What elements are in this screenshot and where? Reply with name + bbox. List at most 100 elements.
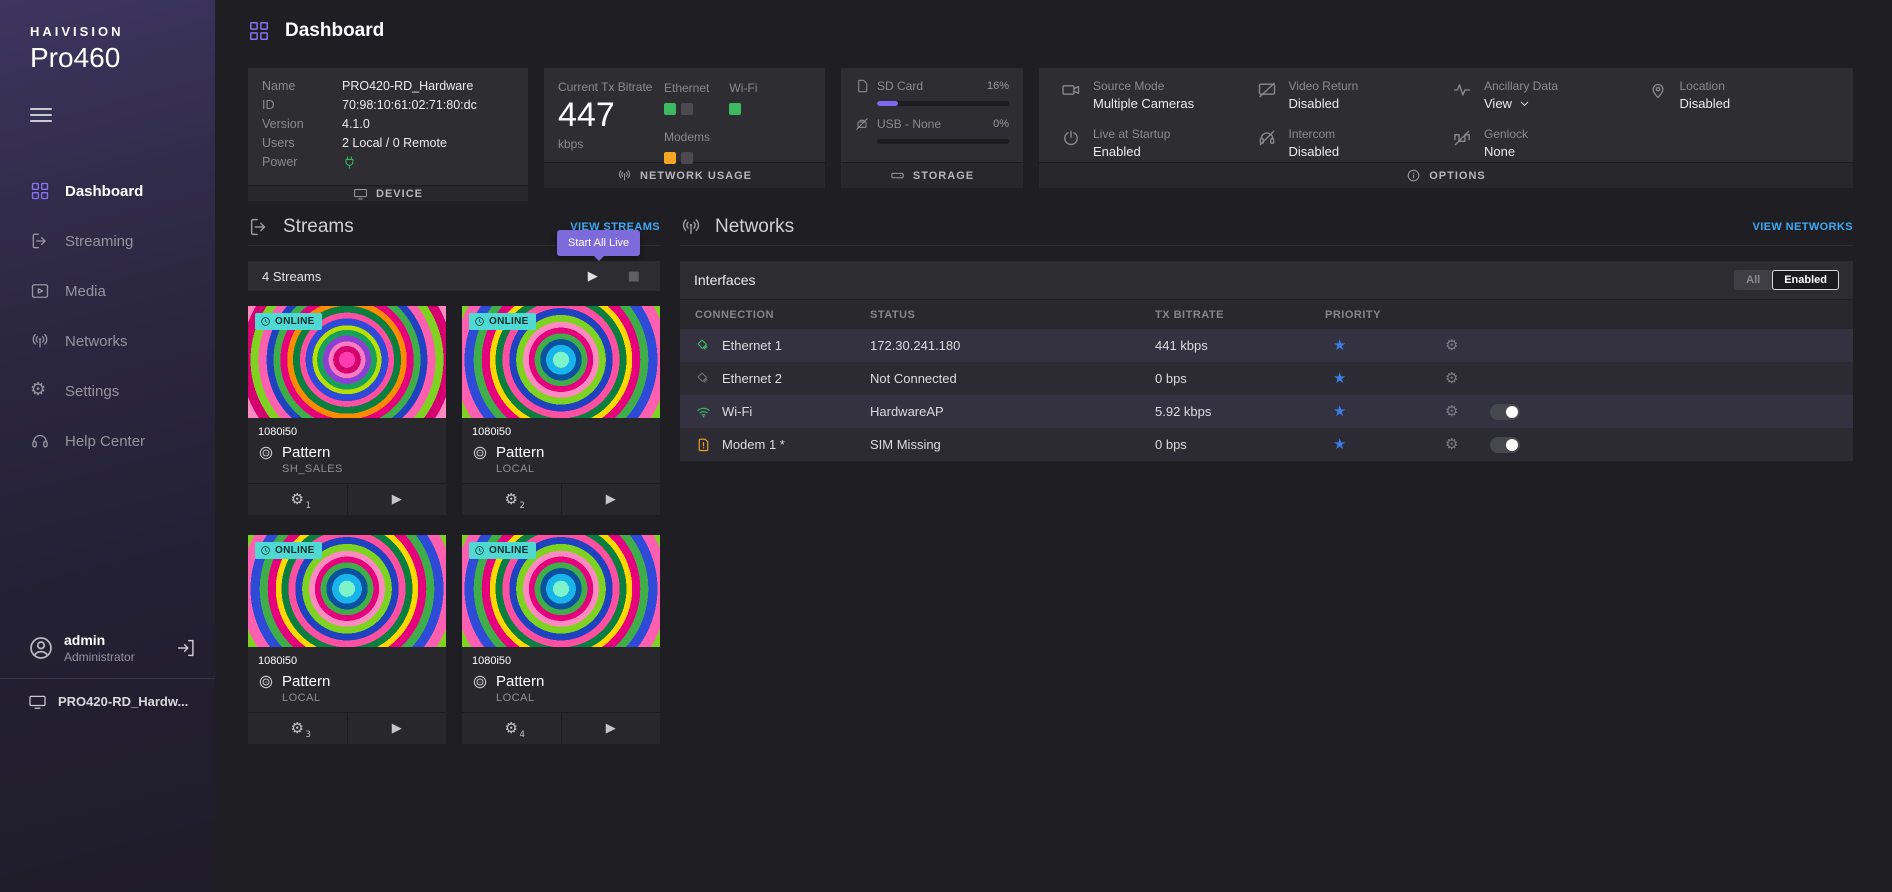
bitrate-unit: kbps	[558, 137, 652, 151]
view-networks-link[interactable]: VIEW NETWORKS	[1752, 221, 1853, 233]
brand-model: Pro460	[30, 42, 215, 74]
stream-play-button[interactable]: ▶	[561, 713, 661, 744]
field-label: Version	[262, 117, 342, 132]
filter-enabled-button[interactable]: Enabled	[1772, 270, 1839, 290]
interface-row-wifi[interactable]: Wi-Fi HardwareAP 5.92 kbps ★ ⚙	[680, 395, 1853, 428]
avatar-icon	[28, 635, 54, 661]
stream-thumbnail[interactable]: ONLINE	[248, 535, 446, 647]
ancillary-data-dropdown[interactable]: View	[1484, 96, 1558, 111]
stream-thumbnail[interactable]: ONLINE	[248, 306, 446, 418]
interface-name: Wi-Fi	[722, 404, 752, 419]
user-menu[interactable]: admin Administrator	[0, 632, 215, 678]
usb-disabled-icon	[854, 116, 870, 132]
network-usage-card: Current Tx Bitrate 447 kbps Ethernet Wi-…	[544, 68, 825, 188]
streams-icon	[248, 216, 270, 238]
sidebar-item-label: Help Center	[65, 433, 145, 450]
stream-card: ONLINE 1080i50 Pattern LOCAL ⚙3	[248, 535, 446, 744]
option-value: Enabled	[1093, 144, 1170, 159]
interface-settings-icon[interactable]: ⚙	[1445, 404, 1490, 419]
stream-play-button[interactable]: ▶	[561, 484, 661, 515]
location-pin-icon	[1648, 80, 1668, 100]
brand-logo: HAIVISION Pro460	[0, 0, 215, 74]
sidebar-item-help-center[interactable]: Help Center	[0, 416, 215, 466]
storage-footer-link[interactable]: STORAGE	[841, 162, 1023, 188]
sim-warning-icon	[695, 436, 712, 453]
gear-icon: ⚙3	[291, 721, 304, 736]
sidebar-nav: Dashboard Streaming Media Networks ⚙ Set…	[0, 166, 215, 466]
interface-bitrate: 0 bps	[1155, 371, 1325, 386]
status-badge: ONLINE	[469, 542, 536, 559]
priority-star-icon[interactable]: ★	[1325, 338, 1445, 353]
networks-title: Networks	[715, 216, 794, 238]
user-name: admin	[64, 632, 135, 648]
interface-row-modem1[interactable]: Modem 1 * SIM Missing 0 bps ★ ⚙	[680, 428, 1853, 461]
priority-star-icon[interactable]: ★	[1325, 437, 1445, 452]
stream-settings-button[interactable]: ⚙4	[462, 713, 561, 744]
usb-progressbar	[877, 139, 1009, 144]
modem-enable-toggle[interactable]	[1490, 437, 1520, 453]
field-label: Users	[262, 136, 342, 151]
clock-icon	[260, 545, 271, 556]
interface-settings-icon[interactable]: ⚙	[1445, 437, 1490, 452]
brand-name: HAIVISION	[30, 24, 215, 39]
field-value: 70:98:10:61:02:71:80:dc	[342, 98, 477, 113]
sidebar-item-settings[interactable]: ⚙ Settings	[0, 366, 215, 416]
option-value: Disabled	[1680, 96, 1731, 111]
antenna-icon	[30, 331, 50, 351]
stream-play-button[interactable]: ▶	[347, 713, 447, 744]
option-value: View	[1484, 96, 1512, 111]
options-footer-label: OPTIONS	[1429, 170, 1486, 182]
dashboard-grid-icon	[30, 181, 50, 201]
ethernet-connector-icon	[695, 337, 712, 354]
stream-resolution: 1080i50	[472, 426, 650, 438]
device-footer-link[interactable]: DEVICE	[248, 185, 528, 201]
sidebar-item-dashboard[interactable]: Dashboard	[0, 166, 215, 216]
stream-card: ONLINE 1080i50 Pattern LOCAL ⚙2	[462, 306, 660, 515]
interface-row-ethernet1[interactable]: Ethernet 1 172.30.241.180 441 kbps ★ ⚙	[680, 329, 1853, 362]
stream-settings-button[interactable]: ⚙1	[248, 484, 347, 515]
options-footer-link[interactable]: OPTIONS	[1039, 162, 1853, 188]
option-location: Location Disabled	[1648, 79, 1834, 114]
filter-all-button[interactable]: All	[1734, 270, 1772, 290]
power-restart-icon	[1061, 128, 1081, 148]
device-name: PRO420-RD_Hardw...	[58, 694, 188, 709]
menu-toggle-icon[interactable]	[30, 108, 52, 122]
interfaces-panel: Interfaces All Enabled CONNECTION STATUS…	[680, 261, 1853, 461]
wifi-enable-toggle[interactable]	[1490, 404, 1520, 420]
interface-status: HardwareAP	[870, 404, 1155, 419]
media-icon	[30, 281, 50, 301]
ethernet-connector-icon	[695, 370, 712, 387]
stream-settings-button[interactable]: ⚙3	[248, 713, 347, 744]
ethernet-status-group: Ethernet	[664, 81, 709, 120]
pattern-target-icon	[472, 674, 488, 690]
stream-play-button[interactable]: ▶	[347, 484, 447, 515]
sidebar-item-networks[interactable]: Networks	[0, 316, 215, 366]
stream-thumbnail[interactable]: ONLINE	[462, 306, 660, 418]
gear-icon: ⚙4	[505, 721, 518, 736]
user-role: Administrator	[64, 650, 135, 664]
priority-star-icon[interactable]: ★	[1325, 371, 1445, 386]
interface-bitrate: 441 kbps	[1155, 338, 1325, 353]
stream-grid: ONLINE 1080i50 Pattern SH_SALES ⚙1	[248, 306, 660, 744]
page-title: Dashboard	[285, 20, 384, 42]
sidebar-item-streaming[interactable]: Streaming	[0, 216, 215, 266]
gear-icon: ⚙1	[291, 492, 304, 507]
stream-index: 4	[520, 731, 525, 740]
option-value: Disabled	[1289, 96, 1359, 111]
interface-settings-icon[interactable]: ⚙	[1445, 371, 1490, 386]
interface-name: Ethernet 1	[722, 338, 782, 353]
priority-star-icon[interactable]: ★	[1325, 404, 1445, 419]
device-version-row: Version 4.1.0	[262, 117, 514, 132]
logout-icon[interactable]	[175, 637, 197, 659]
gear-icon: ⚙2	[505, 492, 518, 507]
modem2-status-indicator	[681, 152, 693, 164]
usb-label: USB - None	[877, 117, 941, 131]
stream-settings-button[interactable]: ⚙2	[462, 484, 561, 515]
interface-settings-icon[interactable]: ⚙	[1445, 338, 1490, 353]
sidebar-item-media[interactable]: Media	[0, 266, 215, 316]
stream-thumbnail[interactable]: ONLINE	[462, 535, 660, 647]
interface-row-ethernet2[interactable]: Ethernet 2 Not Connected 0 bps ★ ⚙	[680, 362, 1853, 395]
stop-all-streams-button[interactable]: ■	[628, 270, 640, 283]
start-all-streams-button[interactable]: ▶	[588, 270, 598, 283]
option-label: Video Return	[1289, 79, 1359, 93]
